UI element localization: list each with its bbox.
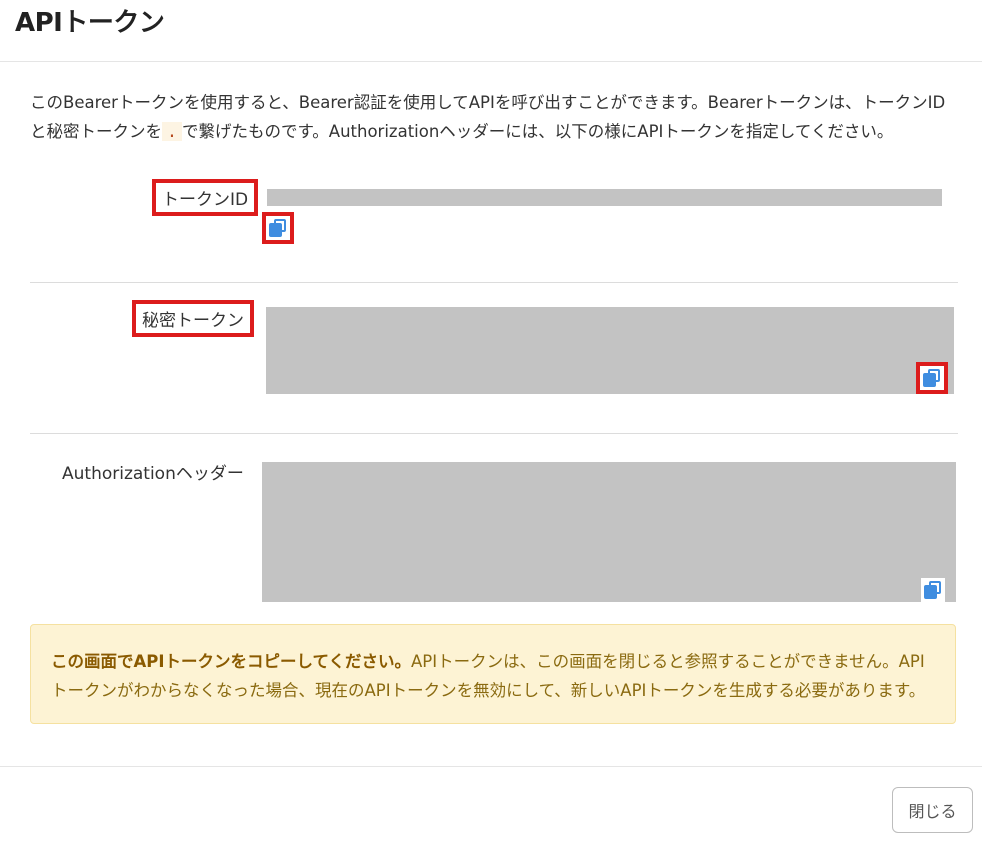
divider (30, 282, 958, 283)
token-id-value (267, 189, 942, 206)
copy-icon (923, 369, 941, 387)
secret-token-value (266, 307, 954, 394)
warning-alert: この画面でAPIトークンをコピーしてください。APIトークンは、この画面を閉じる… (30, 624, 956, 724)
authorization-header-value (262, 462, 956, 602)
modal-footer-divider (0, 766, 982, 767)
description-part2: で繋げたものです。Authorizationヘッダーには、以下の様にAPIトーク… (181, 122, 894, 141)
copy-icon (269, 219, 287, 237)
copy-icon (924, 581, 942, 599)
description-text: このBearerトークンを使用すると、Bearer認証を使用してAPIを呼び出す… (30, 88, 955, 146)
copy-secret-token-button[interactable] (916, 362, 948, 394)
divider (30, 433, 958, 434)
alert-bold-text: この画面でAPIトークンをコピーしてください。 (51, 652, 412, 671)
secret-token-label: 秘密トークン (132, 300, 254, 337)
authorization-header-label: Authorizationヘッダー (62, 464, 244, 484)
copy-authorization-header-button[interactable] (921, 578, 945, 602)
separator-code: . (162, 122, 182, 141)
modal-title: APIトークン (15, 8, 165, 38)
close-button[interactable]: 閉じる (892, 787, 973, 833)
token-id-label: トークンID (151, 179, 259, 216)
copy-token-id-button[interactable] (262, 212, 294, 244)
modal-header: APIトークン (0, 0, 982, 62)
